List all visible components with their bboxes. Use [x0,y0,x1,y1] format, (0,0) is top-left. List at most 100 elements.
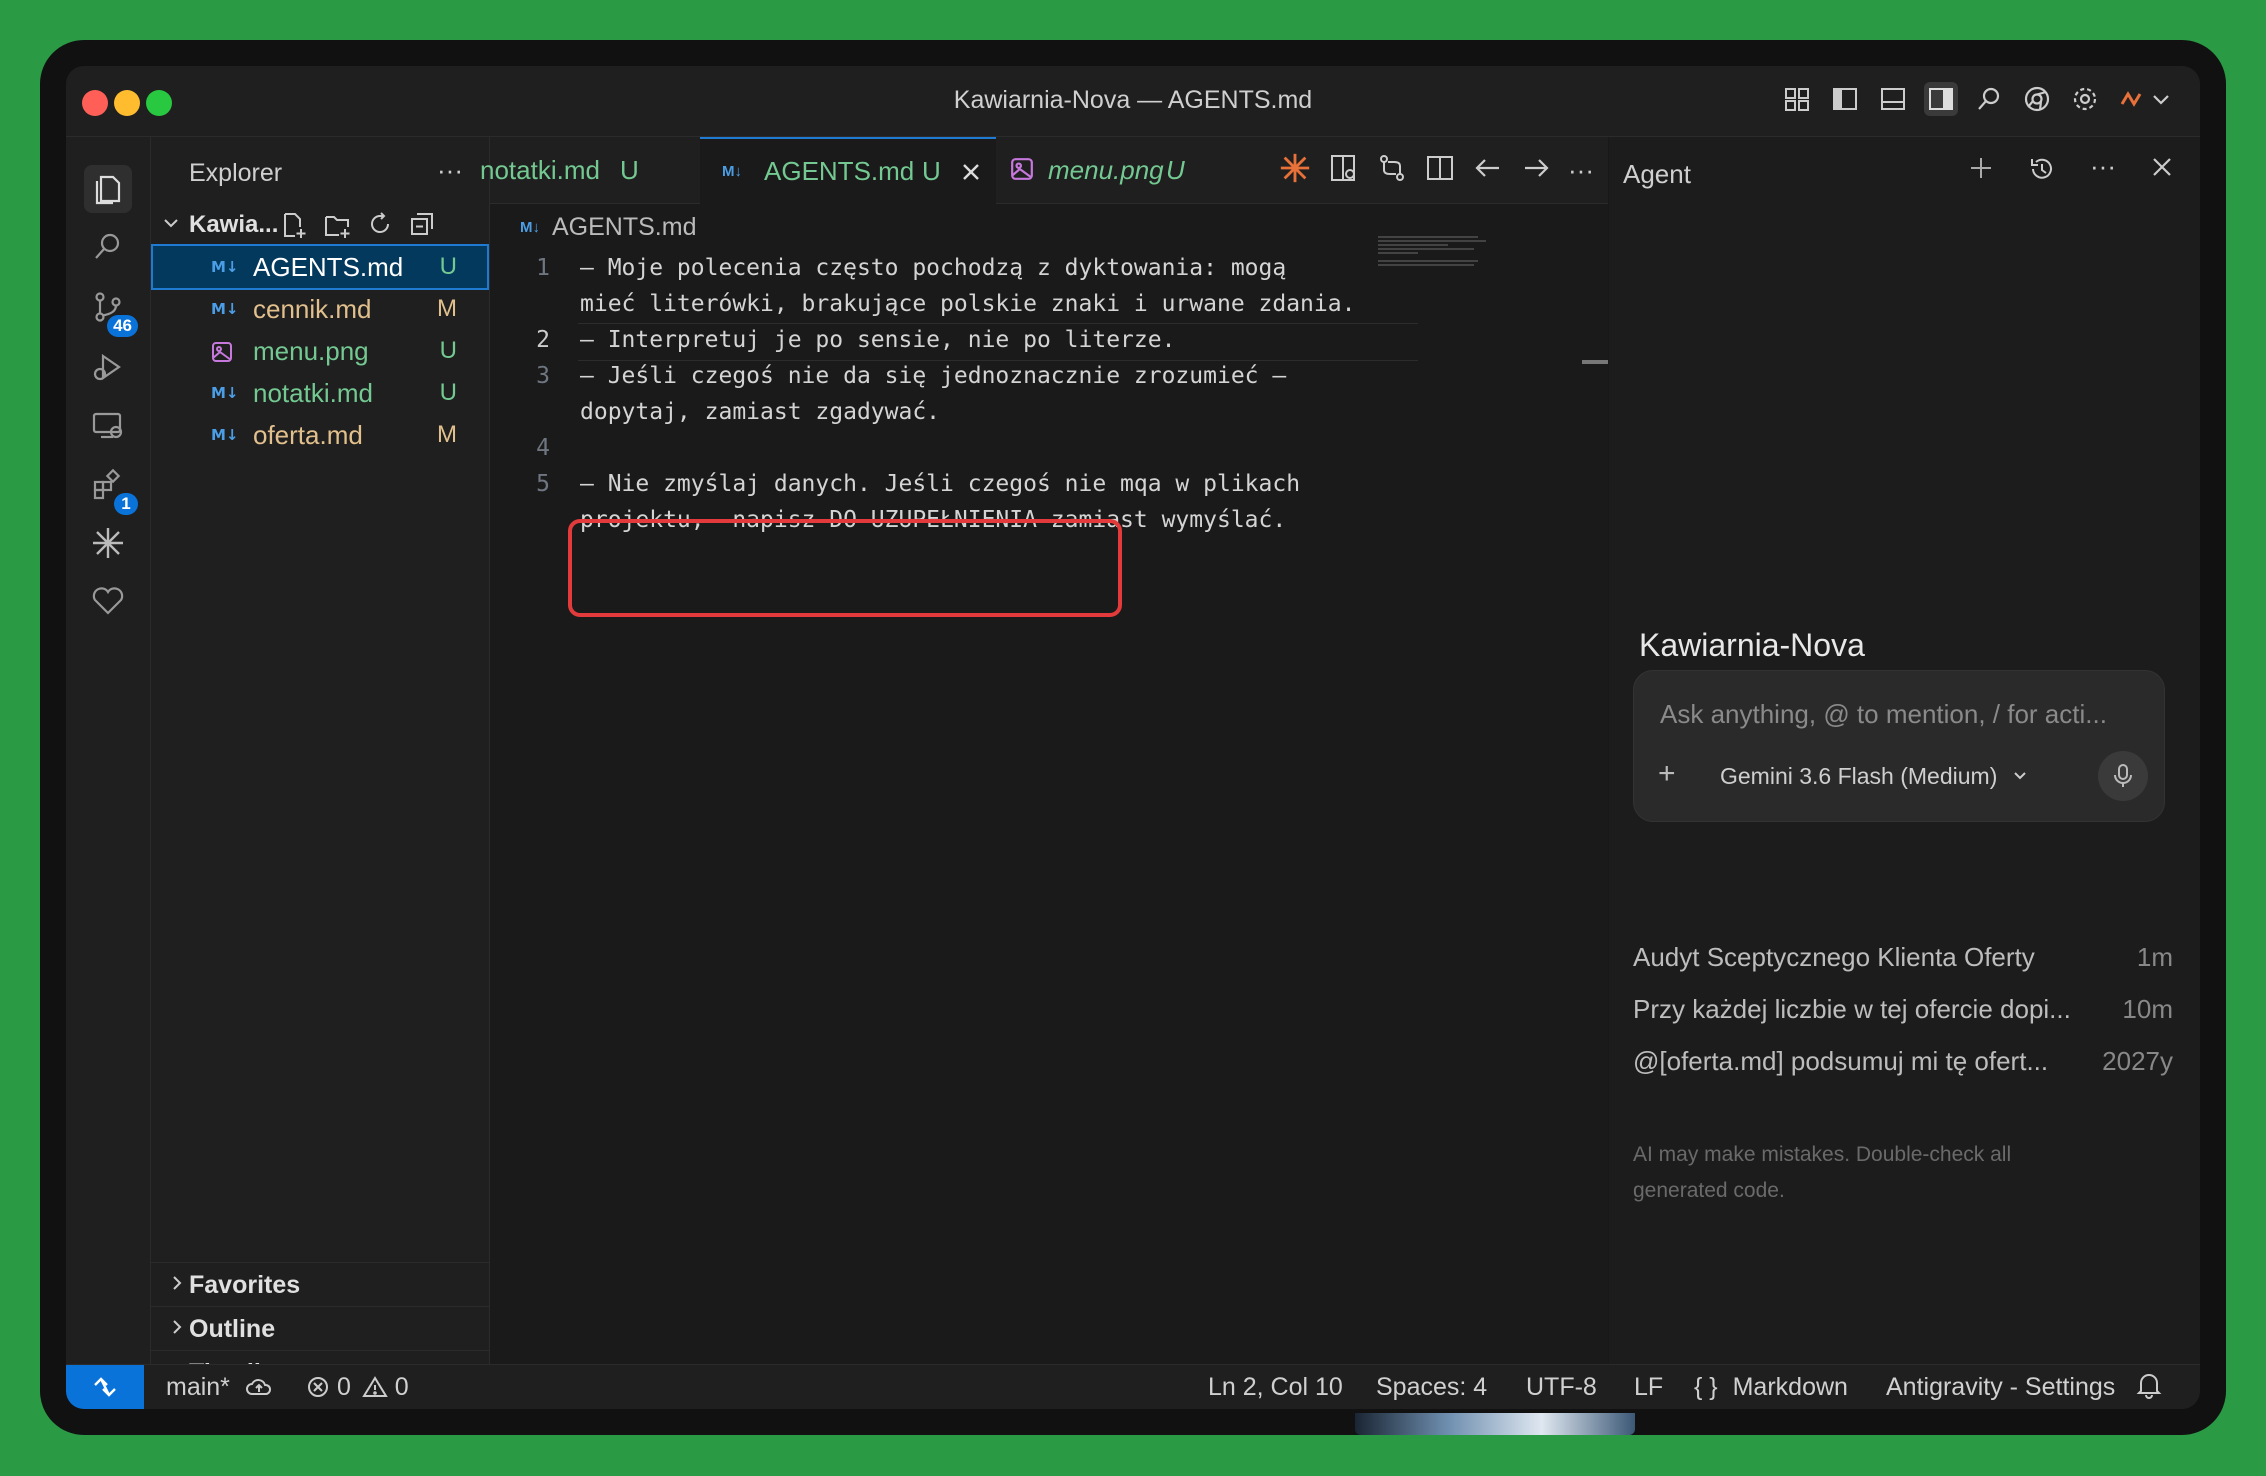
layout-icon[interactable] [1780,82,1814,116]
arrow-left-icon[interactable] [1472,152,1504,189]
compare-changes-icon[interactable] [1376,152,1408,189]
history-item[interactable]: Audyt Sceptycznego Klienta Oferty 1m [1633,942,2173,973]
favorites-heart-icon[interactable] [84,577,132,625]
agent-input-box[interactable]: Ask anything, @ to mention, / for acti..… [1633,670,2165,822]
warning-count: 0 [394,1373,409,1401]
language-mode[interactable]: { } Markdown [1694,1373,1848,1402]
minimap[interactable] [1378,233,1488,273]
toggle-secondary-sidebar-icon[interactable] [1924,82,1958,116]
tab-status: U [922,156,941,186]
agent-spark-action-icon[interactable] [1278,151,1312,190]
image-file-icon [211,339,233,370]
file-item-oferta[interactable]: M↓ oferta.md M [153,414,487,456]
more-actions-icon[interactable]: ··· [1568,155,1594,186]
agent-panel: Agent ··· Kawiarnia-Nova Ask anything, @… [1609,137,2200,1365]
tab-agents[interactable]: M↓ AGENTS.md U [700,137,996,204]
settings-indicator[interactable]: Antigravity - Settings [1886,1373,2115,1402]
bell-icon[interactable] [2136,1371,2162,1406]
tab-label: AGENTS.md [764,156,915,186]
search-icon[interactable] [1972,82,2006,116]
toggle-panel-icon[interactable] [1876,82,1910,116]
markdown-icon: M↓ [211,384,239,402]
toggle-sidebar-icon[interactable] [1828,82,1862,116]
new-folder-icon[interactable] [323,211,351,244]
history-title: Przy każdej liczbie w tej ofercie dopi..… [1633,994,2071,1024]
end-of-line[interactable]: LF [1634,1373,1663,1402]
history-item[interactable]: Przy każdej liczbie w tej ofercie dopi..… [1633,994,2173,1025]
chevron-right-icon [169,1271,185,1300]
chevron-right-icon [169,1315,185,1344]
file-name: oferta.md [253,419,363,450]
history-item[interactable]: @[oferta.md] podsumuj mi tę ofert... 202… [1633,1046,2173,1077]
branch-indicator[interactable]: main* [166,1373,273,1402]
collapse-all-icon[interactable] [409,211,435,244]
arrow-right-icon[interactable] [1520,152,1552,189]
file-item-cennik[interactable]: M↓ cennik.md M [153,288,487,330]
explorer-icon[interactable] [84,165,132,213]
remote-indicator[interactable] [66,1365,144,1409]
activity-bar: 46 1 [66,137,151,1365]
model-selector[interactable]: Gemini 3.6 Flash (Medium) [1720,763,2028,790]
outline-section[interactable]: Outline [151,1306,489,1351]
breadcrumb[interactable]: M↓ AGENTS.md [520,213,696,242]
gear-icon[interactable] [2068,82,2102,116]
run-debug-icon[interactable] [84,343,132,391]
red-annotation-box [568,519,1122,617]
indentation[interactable]: Spaces: 4 [1376,1373,1487,1402]
branch-name: main* [166,1373,230,1401]
section-label: Outline [189,1314,276,1343]
new-file-icon[interactable] [281,211,307,244]
history-time: 1m [2136,942,2173,972]
file-item-notatki[interactable]: M↓ notatki.md U [153,372,487,414]
split-editor-icon[interactable] [1424,152,1456,189]
file-status: U [439,337,457,364]
more-icon[interactable]: ··· [2090,153,2116,188]
tab-notatki[interactable]: notatki.md U [480,137,700,203]
file-item-agents[interactable]: M↓ AGENTS.md U [151,244,489,290]
cursor-position[interactable]: Ln 2, Col 10 [1208,1373,1343,1402]
workspace-folder[interactable]: Kawia... [151,205,489,245]
file-name: menu.png [253,335,369,366]
code-line: – Interpretuj je po sensie, nie po liter… [580,327,1176,353]
favorites-section[interactable]: Favorites [151,1262,489,1307]
extensions-icon[interactable]: 1 [84,461,138,515]
markdown-icon: M↓ [520,219,540,236]
line-number: 5 [536,471,550,497]
markdown-icon: M↓ [211,258,239,276]
copilot-icon[interactable] [2116,82,2176,116]
agent-spark-icon[interactable] [84,519,132,567]
line-number: 3 [536,363,550,389]
close-tab-icon[interactable] [960,159,982,190]
workspace-name: Kawiarnia-Nova [1639,627,1865,663]
source-control-icon[interactable]: 46 [84,283,138,337]
search-icon[interactable] [84,223,132,271]
image-file-icon [1010,157,1034,188]
problems-indicator[interactable]: 0 0 [306,1373,409,1402]
plus-icon[interactable] [1968,155,1994,188]
refresh-icon[interactable] [367,211,393,244]
file-item-menu[interactable]: menu.png U [153,330,487,372]
scrollbar[interactable] [1582,360,1608,364]
history-title: Audyt Sceptycznego Klienta Oferty [1633,942,2035,972]
section-label: Favorites [189,1270,301,1299]
agent-title: Agent [1623,159,1691,189]
microphone-button[interactable] [2098,751,2148,801]
code-line: dopytaj, zamiast zgadywać. [580,399,941,425]
chrome-icon[interactable] [2020,82,2054,116]
history-time: 2027y [2102,1046,2173,1076]
add-context-button[interactable]: + [1658,757,1676,791]
microphone-icon [2114,764,2132,787]
explorer-more-button[interactable]: ··· [437,155,463,186]
remote-icon [94,1377,116,1397]
editor-area: notatki.md U M↓ AGENTS.md U menu.png U ·… [480,137,1608,1365]
open-preview-icon[interactable] [1328,152,1360,189]
history-icon[interactable] [2028,155,2056,188]
tab-menu[interactable]: menu.png U [996,137,1196,203]
markdown-icon: M↓ [211,300,239,318]
ai-disclaimer: AI may make mistakes. Double-check all g… [1633,1143,2012,1202]
remote-explorer-icon[interactable] [84,401,132,449]
tab-bar: notatki.md U M↓ AGENTS.md U menu.png U ·… [480,137,1608,204]
encoding[interactable]: UTF-8 [1526,1373,1597,1402]
agent-input-placeholder[interactable]: Ask anything, @ to mention, / for acti..… [1660,699,2107,730]
close-icon[interactable] [2150,155,2174,188]
